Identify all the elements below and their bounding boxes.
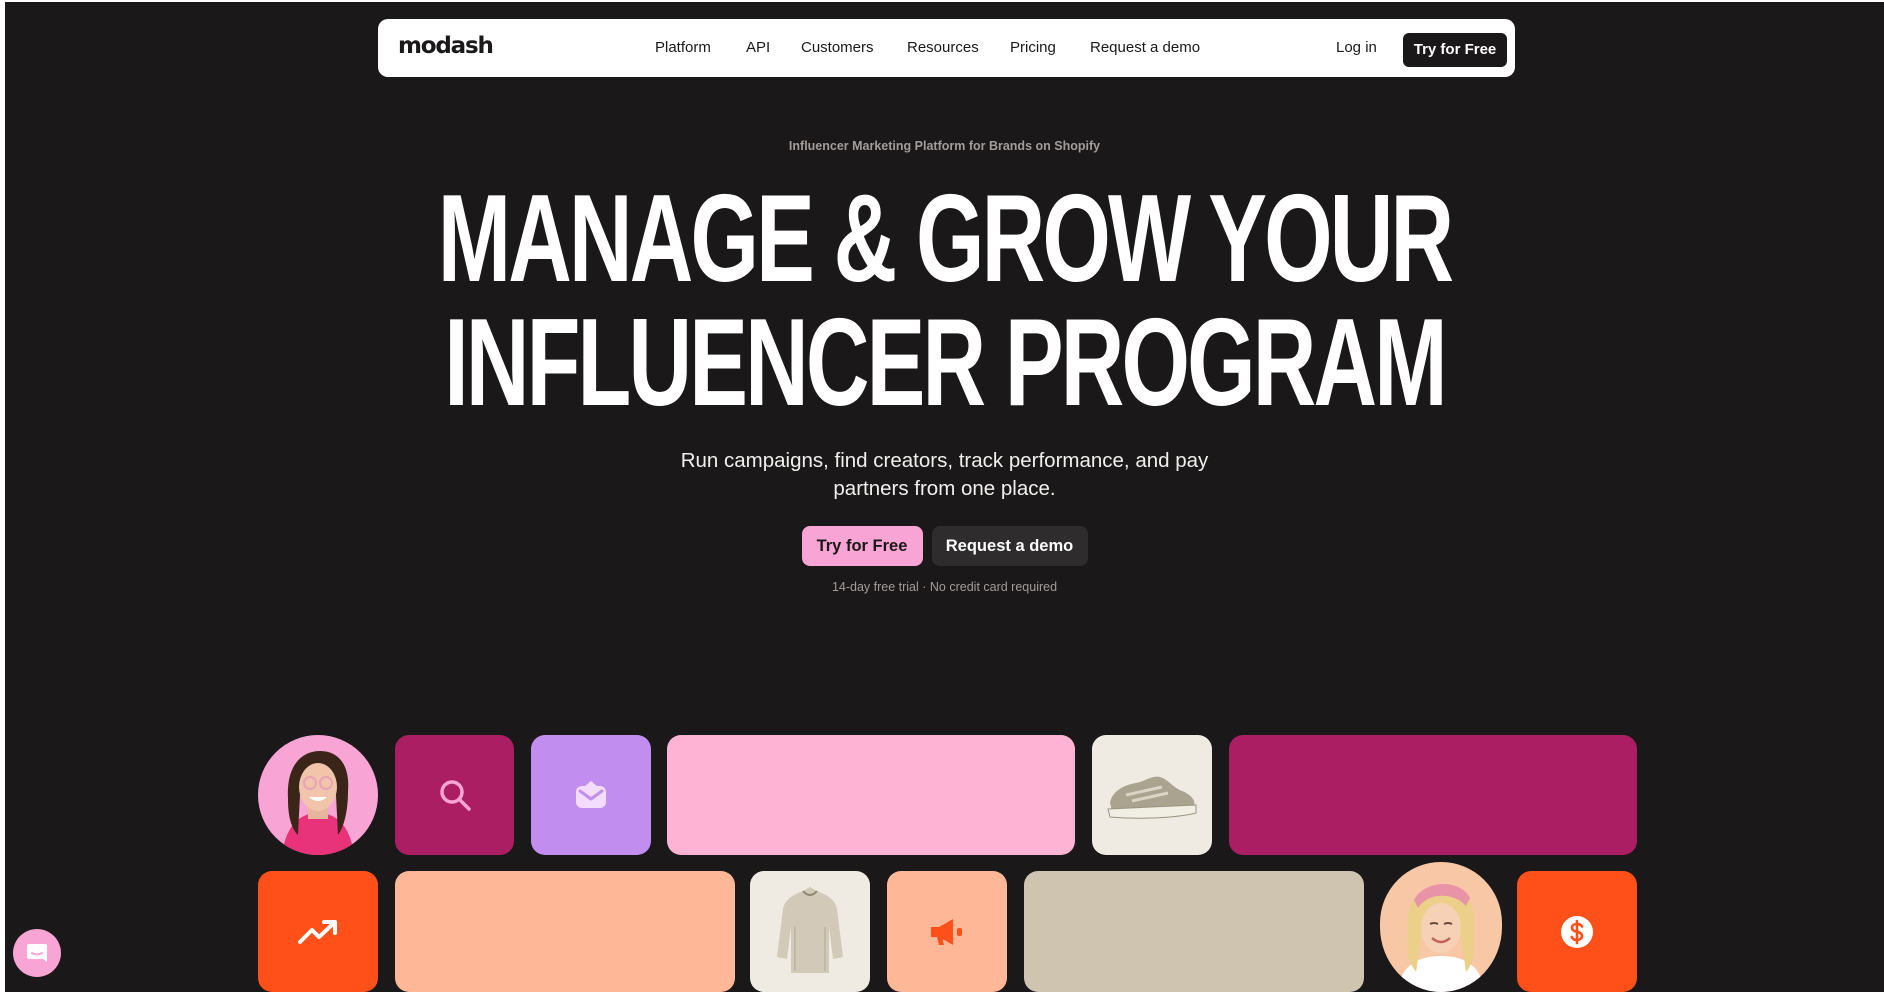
search-tile xyxy=(395,735,514,855)
hero-subhead: Run campaigns, find creators, track perf… xyxy=(5,447,1884,503)
creator-avatar-pink xyxy=(258,735,378,855)
magenta-banner-tile xyxy=(1229,735,1637,855)
nav-platform[interactable]: Platform xyxy=(655,19,711,77)
headline-line-2: INFLUENCER PROGRAM xyxy=(444,294,1447,432)
dollar-tile xyxy=(1517,871,1637,992)
sneaker-image xyxy=(1092,735,1212,855)
search-icon xyxy=(439,780,471,811)
creator-avatar-headband xyxy=(1380,862,1502,992)
headline-line-1: MANAGE & GROW YOUR xyxy=(437,170,1454,308)
nav-customers[interactable]: Customers xyxy=(801,19,874,77)
beige-banner-tile xyxy=(1024,871,1364,992)
nav-request-demo[interactable]: Request a demo xyxy=(1090,19,1200,77)
nav-pricing[interactable]: Pricing xyxy=(1010,19,1056,77)
subhead-line-1: Run campaigns, find creators, track perf… xyxy=(680,449,1209,472)
pink-banner-tile xyxy=(667,735,1075,855)
hero-headline: MANAGE & GROW YOUR INFLUENCER PROGRAM xyxy=(277,177,1611,425)
megaphone-icon xyxy=(931,918,962,945)
nav-try-free-button[interactable]: Try for Free xyxy=(1403,33,1507,67)
hero-cta-row: Try for Free Request a demo xyxy=(5,526,1884,566)
nav-api[interactable]: API xyxy=(746,19,770,77)
peach-banner-tile xyxy=(395,871,735,992)
dollar-icon xyxy=(1561,915,1593,948)
try-free-button[interactable]: Try for Free xyxy=(801,526,923,566)
navbar: modash Platform API Customers Resources … xyxy=(378,19,1515,77)
nav-resources[interactable]: Resources xyxy=(907,19,979,77)
chat-icon xyxy=(27,944,47,962)
trend-tile xyxy=(258,871,378,992)
mail-icon xyxy=(576,781,606,808)
subhead-line-2: partners from one place. xyxy=(833,477,1056,500)
megaphone-tile xyxy=(887,871,1007,992)
page: modash Platform API Customers Resources … xyxy=(5,2,1884,992)
hero-eyebrow: Influencer Marketing Platform for Brands… xyxy=(788,139,1101,153)
chat-launcher-button[interactable] xyxy=(13,929,61,977)
mail-tile xyxy=(531,735,651,855)
trial-note: 14-day free trial · No credit card requi… xyxy=(831,580,1058,594)
sweater-image xyxy=(750,871,870,992)
login-link[interactable]: Log in xyxy=(1336,19,1377,77)
trend-up-icon xyxy=(298,919,337,944)
request-demo-button[interactable]: Request a demo xyxy=(931,526,1088,566)
